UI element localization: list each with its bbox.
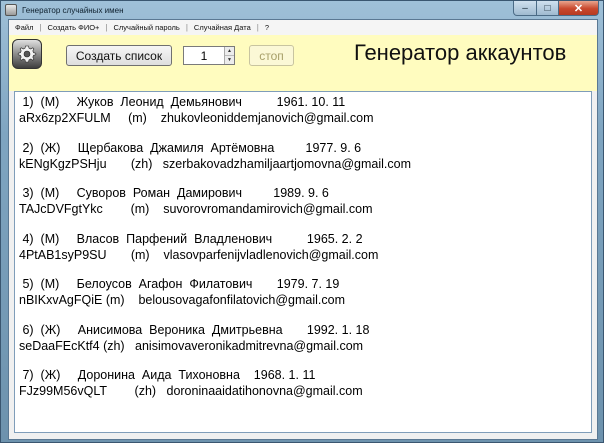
client-area: Файл | Создать ФИО+ | Случайный пароль |… bbox=[8, 19, 598, 440]
record-name-line: 5) (М) Белоусов Агафон Филатович 1979. 7… bbox=[19, 277, 340, 291]
list-item: 2) (Ж) Щербакова Джамиля Артёмовна 1977.… bbox=[19, 140, 591, 186]
stop-button[interactable]: стоп bbox=[249, 45, 294, 66]
app-icon bbox=[5, 4, 17, 16]
record-account-line: kENgKgzPSHju (zh) szerbakovadzhamiljaart… bbox=[19, 156, 411, 171]
record-account-line: TAJcDVFgtYkc (m) suvorovromandamirovich@… bbox=[19, 202, 373, 216]
page-title: Генератор аккаунтов bbox=[354, 40, 567, 65]
list-item: 3) (М) Суворов Роман Дамирович 1989. 9. … bbox=[19, 185, 591, 231]
menu-random-date[interactable]: Случайная Дата bbox=[188, 23, 257, 32]
record-account-line: aRx6zp2XFULM (m) zhukovleoniddemjanovich… bbox=[19, 111, 374, 125]
stepper-up-icon[interactable]: ▲ bbox=[225, 47, 234, 55]
app-window: Генератор случайных имен – □ ✕ Файл | Со… bbox=[0, 0, 604, 443]
list-item: 5) (М) Белоусов Агафон Филатович 1979. 7… bbox=[19, 276, 591, 322]
stepper-arrows: ▲ ▼ bbox=[224, 47, 234, 64]
title-bar[interactable]: Генератор случайных имен – □ ✕ bbox=[1, 1, 603, 19]
record-account-line: 4PtAB1syP9SU (m) vlasovparfenijvladlenov… bbox=[19, 247, 379, 262]
toolbar: Создать список 1 ▲ ▼ стоп Генератор акка… bbox=[9, 35, 597, 91]
stepper-down-icon[interactable]: ▼ bbox=[225, 55, 234, 64]
window-title: Генератор случайных имен bbox=[22, 5, 124, 15]
close-button[interactable]: ✕ bbox=[559, 1, 599, 16]
record-name-line: 7) (Ж) Доронина Аида Тихоновна 1968. 1. … bbox=[19, 368, 316, 382]
minimize-button[interactable]: – bbox=[513, 1, 537, 16]
window-controls: – □ ✕ bbox=[513, 1, 599, 17]
list-item: 4) (М) Власов Парфений Владленович 1965.… bbox=[19, 231, 591, 277]
settings-button[interactable] bbox=[12, 39, 42, 69]
count-stepper[interactable]: 1 ▲ ▼ bbox=[183, 46, 235, 65]
menu-create-fio[interactable]: Создать ФИО+ bbox=[42, 23, 106, 32]
gear-icon bbox=[17, 45, 37, 63]
maximize-button[interactable]: □ bbox=[537, 1, 559, 16]
list-item: 7) (Ж) Доронина Аида Тихоновна 1968. 1. … bbox=[19, 367, 591, 413]
menu-random-password[interactable]: Случайный пароль bbox=[108, 23, 186, 32]
record-name-line: 1) (М) Жуков Леонид Демьянович 1961. 10.… bbox=[19, 95, 346, 109]
record-name-line: 2) (Ж) Щербакова Джамиля Артёмовна 1977.… bbox=[19, 140, 362, 155]
menu-bar: Файл | Создать ФИО+ | Случайный пароль |… bbox=[9, 20, 597, 35]
record-name-line: 6) (Ж) Анисимова Вероника Дмитрьевна 199… bbox=[19, 322, 370, 337]
create-list-button[interactable]: Создать список bbox=[66, 45, 172, 66]
output-text-area[interactable]: 1) (М) Жуков Леонид Демьянович 1961. 10.… bbox=[14, 91, 592, 433]
record-account-line: FJz99M56vQLT (zh) doroninaaidatihonovna@… bbox=[19, 384, 363, 398]
record-name-line: 4) (М) Власов Парфений Владленович 1965.… bbox=[19, 231, 363, 246]
record-account-line: seDaaFEcKtf4 (zh) anisimovaveronikadmitr… bbox=[19, 338, 364, 353]
menu-file[interactable]: Файл bbox=[9, 23, 39, 32]
record-account-line: nBIKxvAgFQiE (m) belousovagafonfilatovic… bbox=[19, 293, 346, 307]
list-item: 6) (Ж) Анисимова Вероника Дмитрьевна 199… bbox=[19, 322, 591, 368]
count-value[interactable]: 1 bbox=[184, 47, 224, 64]
record-name-line: 3) (М) Суворов Роман Дамирович 1989. 9. … bbox=[19, 186, 329, 200]
list-item: 1) (М) Жуков Леонид Демьянович 1961. 10.… bbox=[19, 94, 591, 140]
menu-help[interactable]: ? bbox=[259, 23, 275, 32]
